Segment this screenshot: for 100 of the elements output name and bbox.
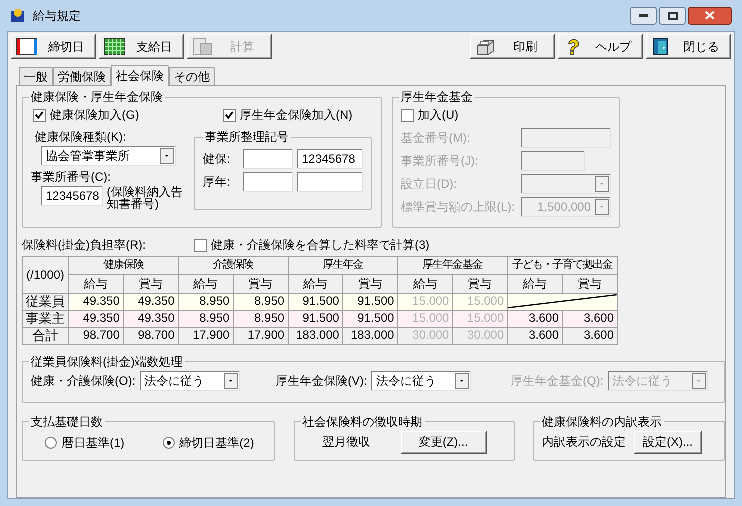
table-cell: 3.600 [508, 310, 563, 327]
tab[interactable]: 一般 [19, 67, 53, 85]
group-title: 支払基礎日数 [30, 414, 104, 430]
checkbox[interactable]: 健康保険加入(G) [33, 106, 183, 124]
caret-icon [455, 372, 470, 388]
maximize-button[interactable] [659, 6, 686, 24]
radio-button[interactable]: 締切日基準(2) [162, 434, 254, 452]
checkbox[interactable]: 厚生年金保険加入(N) [223, 106, 353, 124]
caret-icon [224, 372, 238, 388]
input-field[interactable]: 12345678 [297, 149, 363, 169]
field-label: 事業所番号(J): [401, 153, 478, 170]
column-header: 給与 [398, 274, 453, 293]
dropdown[interactable]: 法令に従う [371, 370, 472, 390]
table-cell: 8.950 [233, 293, 288, 310]
column-header: 健康保険 [68, 256, 178, 274]
field-label: 厚生年金保険(V): [276, 372, 368, 390]
checkbox[interactable]: 健康・介護保険を合算した料率で計算(3) [194, 236, 430, 254]
toolbar-button[interactable]: ヘルプ [558, 34, 643, 59]
input-field[interactable] [243, 172, 293, 192]
column-header: 給与 [288, 274, 343, 293]
table-cell: 49.350 [68, 310, 124, 327]
dialog-button[interactable]: 変更(Z)... [400, 430, 486, 454]
table-cell: 183.000 [342, 327, 398, 344]
group-title: 健康保険料の内訳表示 [541, 414, 663, 430]
table-cell: 3.600 [508, 327, 563, 344]
column-header: 子ども・子育て拠出金 [508, 256, 618, 274]
table-cell: 91.500 [288, 310, 343, 327]
table-cell: 8.950 [233, 310, 288, 327]
table-cell: 30.000 [452, 327, 508, 344]
group-title: 社会保険料の徴収時期 [302, 414, 424, 430]
caret-icon [160, 148, 174, 164]
field-label: 厚生年金基金(Q): [511, 372, 604, 390]
value-text: 翌月徴収 [322, 434, 370, 451]
dropdown[interactable]: 協会管掌事業所 [41, 146, 176, 166]
input-field[interactable] [297, 172, 363, 192]
dialog-button[interactable]: 設定(X)... [634, 430, 702, 454]
caret-icon [595, 199, 609, 215]
field-label: 健康保険種類(K): [35, 129, 128, 146]
calendar-icon [16, 38, 38, 56]
field-label: 事業所番号(C): [31, 169, 112, 186]
group-title: 事業所整理記号 [204, 129, 290, 146]
check-icon [225, 110, 234, 120]
close-button[interactable] [688, 6, 732, 24]
tab[interactable]: その他 [169, 67, 215, 85]
table-cell: 15.000 [452, 293, 508, 310]
caret-icon [595, 176, 609, 192]
tab[interactable]: 社会保険 [111, 65, 169, 86]
column-header: 給与 [68, 274, 124, 293]
column-header: (/1000) [22, 256, 68, 293]
field-label: 標準賞与額の上限(L): [401, 199, 515, 216]
toolbar-button[interactable]: 支給日 [99, 34, 184, 59]
input-field[interactable]: 12345678 [41, 186, 103, 206]
row-header: 合計 [22, 327, 68, 344]
table-cell: 49.350 [68, 293, 124, 310]
column-header: 賞与 [123, 274, 178, 293]
calendar-icon [104, 38, 126, 56]
table-cell: 91.500 [342, 310, 398, 327]
row-header: 従業員 [22, 293, 68, 310]
toolbar-button[interactable]: 閉じる [646, 34, 731, 59]
table-cell: 8.950 [178, 310, 234, 327]
toolbar-button[interactable]: 印刷 [470, 34, 555, 59]
field-label: 厚年: [203, 174, 232, 191]
table-cell: 8.950 [178, 293, 234, 310]
app-icon [9, 6, 27, 24]
dropdown[interactable]: 法令に従う [140, 370, 240, 390]
field-label: 健保: [203, 151, 232, 168]
caret-icon [692, 372, 706, 388]
table-cell: 15.000 [398, 310, 453, 327]
column-header: 給与 [178, 274, 234, 293]
check-icon [35, 110, 44, 120]
column-header: 厚生年金 [288, 256, 398, 274]
radio-button[interactable]: 暦日基準(1) [45, 434, 125, 452]
table-cell: 17.900 [178, 327, 234, 344]
table-cell: 98.700 [68, 327, 124, 344]
field-label: 基金番号(M): [401, 130, 470, 147]
input-field[interactable] [243, 149, 293, 169]
column-header: 厚生年金基金 [398, 256, 508, 274]
group-title: 従業員保険料(掛金)端数処理 [30, 354, 184, 370]
column-header: 賞与 [342, 274, 398, 293]
table-cell: 91.500 [288, 293, 343, 310]
table-cell: 183.000 [288, 327, 343, 344]
table-cell: 3.600 [562, 327, 618, 344]
table-cell: 49.350 [123, 293, 178, 310]
table-title: 保険料(掛金)負担率(R): [22, 237, 147, 254]
group-title: 厚生年金基金 [400, 89, 474, 106]
minimize-button[interactable] [630, 6, 657, 24]
close-icon [705, 11, 715, 20]
column-header: 給与 [508, 274, 563, 293]
window-title: 給与規定 [33, 8, 82, 24]
printer-icon [475, 38, 497, 56]
row-header: 事業主 [22, 310, 68, 327]
field-label: 健康・介護保険(O): [31, 372, 136, 390]
table-cell: 91.500 [342, 293, 398, 310]
tab[interactable]: 労働保険 [53, 67, 111, 85]
table-cell: 30.000 [398, 327, 453, 344]
minimize-icon [639, 14, 648, 17]
table-cell: 49.350 [123, 310, 178, 327]
toolbar-button[interactable]: 締切日 [11, 34, 96, 59]
field-label: 設立日(D): [401, 176, 457, 193]
column-header: 賞与 [233, 274, 288, 293]
